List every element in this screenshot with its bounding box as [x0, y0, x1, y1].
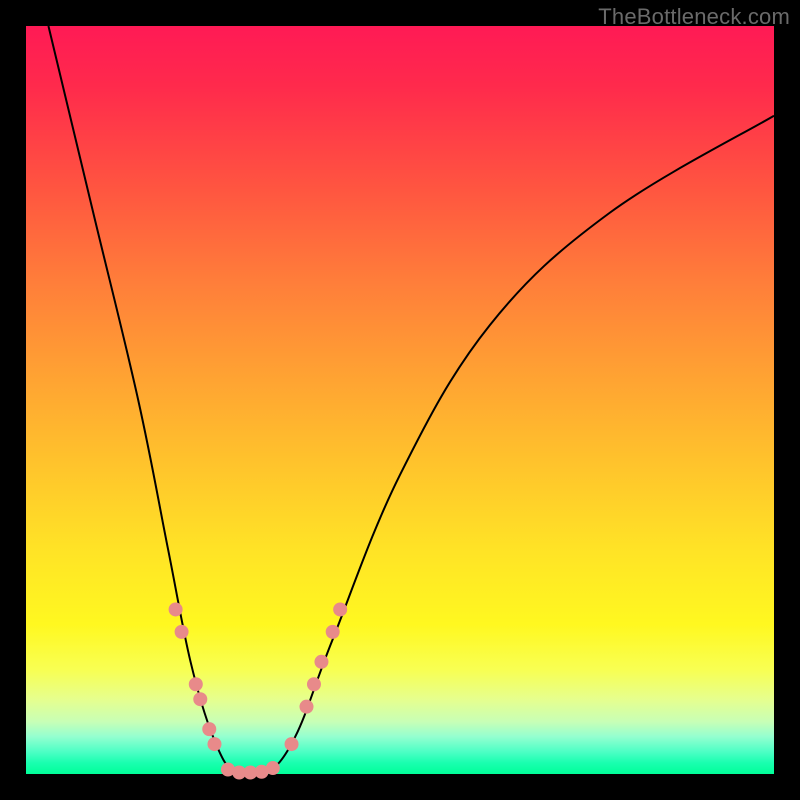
curve-marker-dot	[266, 761, 280, 775]
curve-marker-dot	[285, 737, 299, 751]
curve-marker-dot	[300, 700, 314, 714]
curve-marker-dot	[326, 625, 340, 639]
chart-frame	[26, 26, 774, 774]
watermark-text: TheBottleneck.com	[598, 4, 790, 30]
curve-marker-dot	[193, 692, 207, 706]
curve-marker-dot	[202, 722, 216, 736]
curve-marker-dot	[314, 655, 328, 669]
curve-marker-dot	[333, 602, 347, 616]
curve-marker-dot	[175, 625, 189, 639]
curve-markers	[169, 602, 348, 779]
curve-marker-dot	[189, 677, 203, 691]
bottleneck-curve	[48, 26, 774, 779]
curve-marker-dot	[307, 677, 321, 691]
curve-marker-dot	[169, 602, 183, 616]
curve-marker-dot	[207, 737, 221, 751]
bottleneck-curve-svg	[26, 26, 774, 774]
